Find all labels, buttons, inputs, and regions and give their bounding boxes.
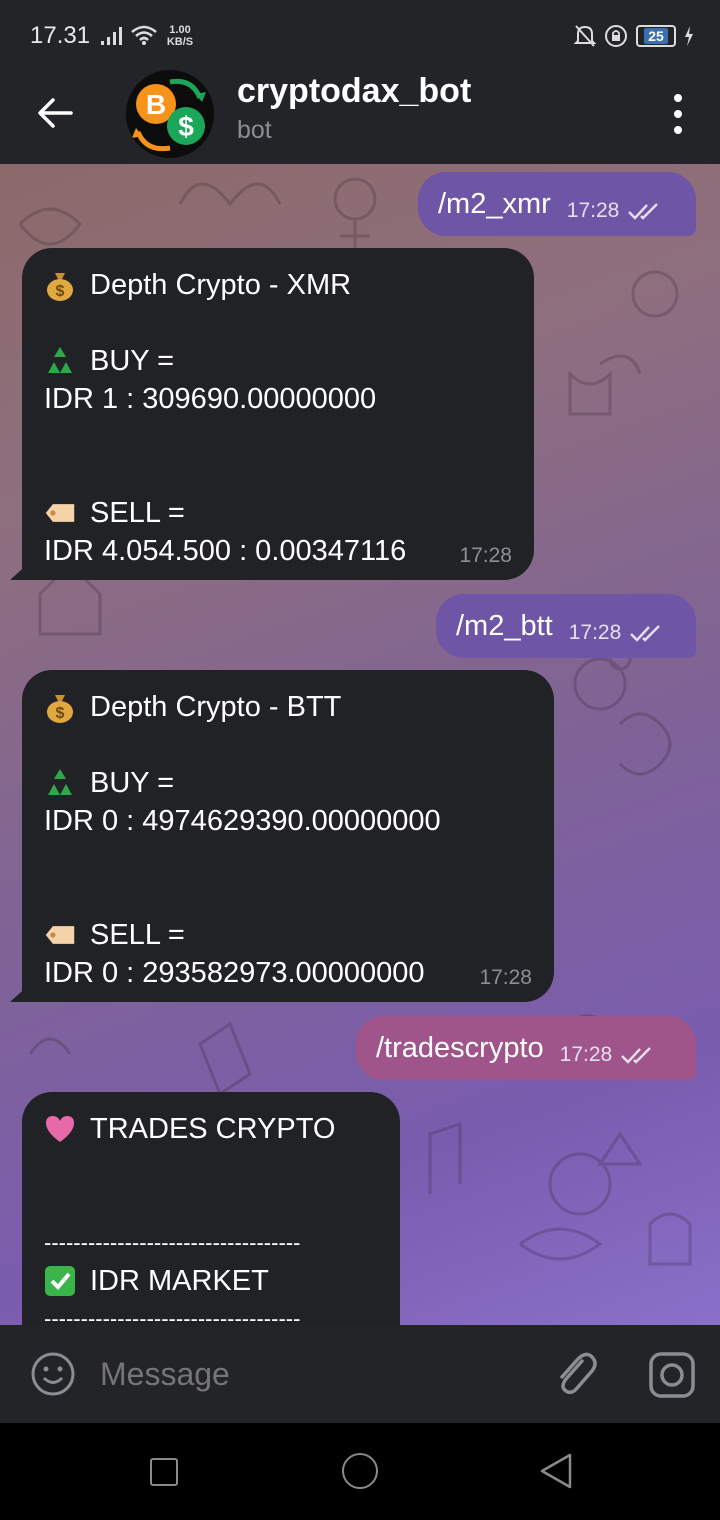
message-composer	[0, 1325, 720, 1423]
money-bag-icon: $	[44, 691, 76, 723]
svg-text:$: $	[56, 705, 65, 722]
check-mark-icon	[44, 1265, 76, 1297]
buy-value: IDR 0 : 4974629390.00000000	[44, 805, 441, 837]
attach-icon[interactable]	[552, 1349, 600, 1399]
divider-line: -----------------------------------	[44, 1230, 301, 1255]
battery-indicator: 25	[636, 25, 676, 47]
message-line-title: $ Depth Crypto - XMR	[44, 266, 512, 304]
dot	[674, 110, 682, 118]
speed-value: 1.00	[169, 24, 191, 36]
message-time: 17:28	[559, 1043, 613, 1066]
wifi-icon	[131, 25, 157, 45]
outgoing-message[interactable]: /tradescrypto 17:28	[356, 1016, 696, 1080]
recent-apps-button[interactable]	[150, 1458, 178, 1486]
message-line-title: TRADES CRYPTO	[44, 1110, 378, 1148]
message-title: TRADES CRYPTO	[90, 1113, 336, 1145]
buy-label: BUY =	[90, 767, 175, 799]
system-nav-bar	[0, 1423, 720, 1520]
sell-label: SELL =	[90, 497, 185, 529]
message-time: 17:28	[566, 199, 620, 222]
double-check-icon	[621, 1047, 652, 1064]
message-input[interactable]	[100, 1353, 520, 1395]
message-title: Depth Crypto - BTT	[90, 691, 342, 723]
message-text: /m2_xmr	[438, 187, 551, 220]
more-options-button[interactable]	[666, 90, 690, 138]
message-title: Depth Crypto - XMR	[90, 269, 352, 301]
market-label: IDR MARKET	[90, 1265, 269, 1297]
svg-text:$: $	[56, 283, 65, 300]
dot	[674, 126, 682, 134]
double-check-icon	[630, 625, 661, 642]
chat-area[interactable]: /m2_xmr 17:28 $ Depth Crypto - XMR BUY =…	[0, 164, 720, 1325]
message-text: /m2_btt	[456, 609, 553, 642]
message-line-buy: BUY =	[44, 342, 512, 380]
home-button[interactable]	[342, 1453, 378, 1489]
battery-level: 25	[644, 28, 668, 44]
tag-icon	[44, 919, 76, 951]
divider-line: -----------------------------------	[44, 1306, 301, 1325]
outgoing-message[interactable]: /m2_btt 17:28	[436, 594, 696, 658]
dot	[674, 94, 682, 102]
charging-icon	[685, 26, 693, 46]
status-time: 17.31	[30, 22, 91, 49]
money-bag-icon: $	[44, 269, 76, 301]
camera-icon[interactable]	[648, 1351, 696, 1399]
message-meta: 17:28	[569, 621, 664, 645]
message-line-sell: SELL =	[44, 494, 512, 532]
emoji-button-icon[interactable]	[30, 1351, 76, 1397]
chat-header: B $ cryptodax_bot bot	[0, 64, 720, 164]
back-button[interactable]	[30, 88, 80, 138]
incoming-message[interactable]: $ Depth Crypto - BTT BUY = IDR 0 : 49746…	[22, 670, 554, 1002]
incoming-message[interactable]: TRADES CRYPTO --------------------------…	[22, 1092, 400, 1325]
message-time: 17:28	[568, 621, 622, 644]
message-line-market: IDR MARKET	[44, 1262, 378, 1300]
message-meta: 17:28	[560, 1043, 655, 1067]
message-text: /tradescrypto	[376, 1031, 544, 1064]
speed-unit: KB/S	[166, 36, 194, 48]
chat-title[interactable]: cryptodax_bot	[237, 72, 471, 111]
buy-value: IDR 1 : 309690.00000000	[44, 383, 377, 415]
crypto-logo-icon: B $	[126, 70, 214, 158]
arrow-left-icon	[38, 98, 73, 128]
message-meta: 17:28	[567, 199, 662, 223]
message-time: 17:28	[479, 966, 532, 989]
bell-off-icon	[574, 25, 596, 47]
bot-avatar[interactable]: B $	[126, 70, 214, 158]
lock-rotation-icon	[605, 25, 627, 47]
status-bar: 17.31 1.00 KB/S 25	[0, 0, 720, 64]
outgoing-message[interactable]: /m2_xmr 17:28	[418, 172, 696, 236]
sell-label: SELL =	[90, 919, 185, 951]
network-speed: 1.00 KB/S	[162, 24, 198, 48]
heart-icon	[44, 1113, 76, 1145]
chat-subtitle: bot	[237, 116, 272, 144]
message-line-title: $ Depth Crypto - BTT	[44, 688, 532, 726]
double-check-icon	[628, 203, 659, 220]
recycle-icon	[44, 345, 76, 377]
nav-back-icon[interactable]	[538, 1452, 574, 1490]
status-right-group: 25	[574, 22, 694, 50]
recycle-icon	[44, 767, 76, 799]
message-line-sell: SELL =	[44, 916, 532, 954]
incoming-message[interactable]: $ Depth Crypto - XMR BUY = IDR 1 : 30969…	[22, 248, 534, 580]
message-time: 17:28	[459, 544, 512, 567]
svg-text:$: $	[178, 111, 194, 142]
buy-label: BUY =	[90, 345, 175, 377]
message-line-buy: BUY =	[44, 764, 532, 802]
sell-value: IDR 0 : 293582973.00000000	[44, 957, 425, 989]
svg-text:B: B	[146, 89, 166, 120]
sell-value: IDR 4.054.500 : 0.00347116	[44, 535, 407, 567]
signal-icon	[101, 27, 122, 45]
tag-icon	[44, 497, 76, 529]
